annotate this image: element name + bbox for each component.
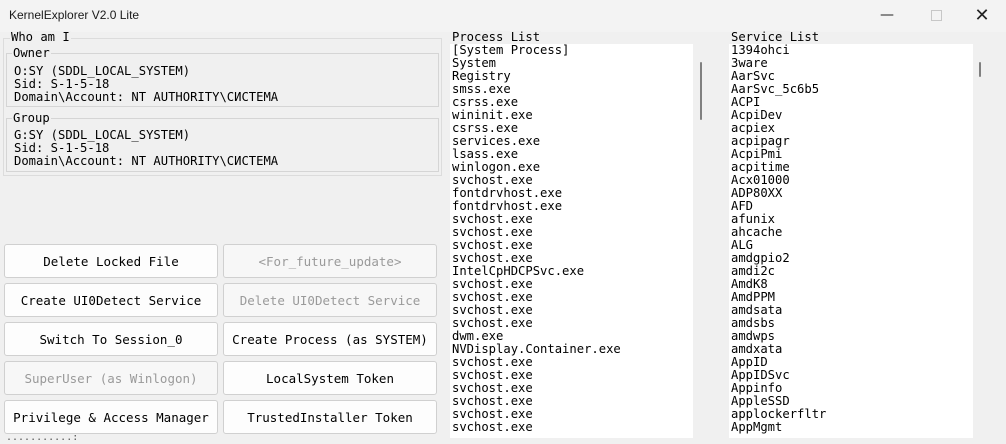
window-title: KernelExplorer V2.0 Lite (9, 8, 140, 22)
future-update-button[interactable]: <For_future_update> (223, 244, 437, 278)
process-list-scrollbar[interactable] (700, 62, 702, 120)
list-item[interactable]: ADP80XX (729, 187, 973, 200)
minimize-button[interactable]: — (864, 0, 910, 30)
delete-ui0detect-service-button[interactable]: Delete UI0Detect Service (223, 283, 437, 317)
superuser-winlogon-button[interactable]: SuperUser (as Winlogon) (4, 361, 218, 395)
maximize-icon (930, 9, 942, 21)
list-item[interactable]: AarSvc_5c6b5 (729, 83, 973, 96)
minimize-icon: — (880, 7, 894, 23)
create-ui0detect-service-button[interactable]: Create UI0Detect Service (4, 283, 218, 317)
close-button[interactable]: ✕ (959, 0, 1005, 30)
whoami-title: Who am I (10, 30, 71, 44)
list-item[interactable]: ahcache (729, 226, 973, 239)
owner-label: Owner (12, 46, 51, 60)
process-list-title: Process List (451, 30, 542, 44)
privilege-access-manager-button[interactable]: Privilege & Access Manager (4, 400, 218, 434)
owner-account: Domain\Account: NT AUTHORITY\СИСТЕМА (14, 90, 279, 104)
trustedinstaller-token-button[interactable]: TrustedInstaller Token (223, 400, 437, 434)
list-item[interactable]: AppMgmt (729, 421, 973, 434)
localsystem-token-button[interactable]: LocalSystem Token (223, 361, 437, 395)
create-process-as-system-button[interactable]: Create Process (as SYSTEM) (223, 322, 437, 356)
service-list[interactable]: 1394ohci 3ware AarSvc AarSvc_5c6b5 ACPI AcpiD… (729, 44, 973, 438)
switch-to-session-0-button[interactable]: Switch To Session_0 (4, 322, 218, 356)
group-label: Group (12, 111, 51, 125)
service-list-title: Service List (730, 30, 821, 44)
maximize-button[interactable] (913, 0, 959, 30)
service-list-scrollbar[interactable] (979, 62, 981, 77)
title-bar: KernelExplorer V2.0 Lite — ✕ (0, 0, 1006, 32)
delete-locked-file-button[interactable]: Delete Locked File (4, 244, 218, 278)
close-icon: ✕ (974, 4, 990, 26)
process-list[interactable]: [System Process] System Registry smss.exe cs… (450, 44, 693, 438)
group-account: Domain\Account: NT AUTHORITY\СИСТЕМА (14, 154, 279, 168)
list-item[interactable]: svchost.exe (450, 421, 693, 434)
